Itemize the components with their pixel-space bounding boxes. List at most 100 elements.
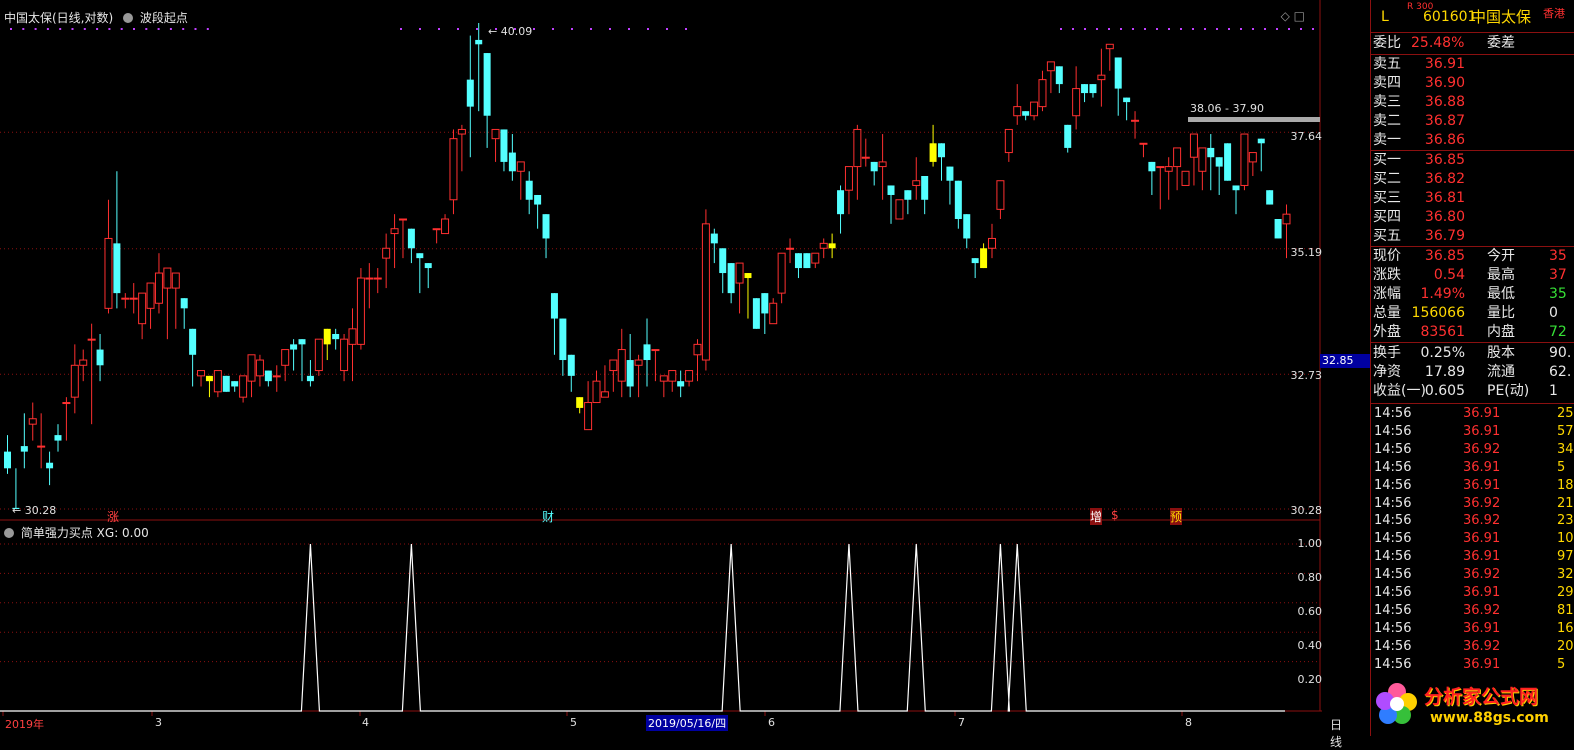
event-tag-cai[interactable]: 财 [542, 508, 554, 525]
ask-row[interactable]: 卖二 36.87 [1371, 112, 1574, 131]
time-label-2: 4 [362, 716, 369, 729]
tick-price: 36.92 [1463, 602, 1501, 618]
tick-row: 14:56 36.92 81 [1371, 602, 1574, 620]
candle-body [878, 161, 887, 168]
stock-name: 中国太保 [1471, 8, 1532, 26]
bid-row[interactable]: 买二 36.82 [1371, 170, 1574, 189]
price-label-1: 37.64 [1290, 130, 1323, 143]
dropdown-icon[interactable] [123, 13, 134, 23]
watermark-line2: www.88gs.com [1430, 710, 1549, 726]
market-tag: 香港 [1543, 7, 1565, 20]
ratio-row: 委比 25.48% 委差 [1371, 34, 1574, 53]
candle-body [971, 258, 979, 264]
tick-volume: 20 [1557, 638, 1574, 654]
bid-row[interactable]: 买四 36.80 [1371, 208, 1574, 227]
candle-body [794, 253, 802, 269]
marker-dot [666, 28, 668, 30]
bid-row[interactable]: 买三 36.81 [1371, 189, 1574, 208]
tick-price: 36.92 [1463, 441, 1501, 457]
marker-dot [1108, 28, 1110, 30]
candle-body [1173, 147, 1182, 168]
candle-body [1139, 142, 1148, 145]
tick-time: 14:56 [1374, 638, 1412, 654]
candle-body [340, 338, 349, 372]
candle-body [1123, 97, 1131, 103]
marker-dot [1228, 28, 1230, 30]
event-tag-yu[interactable]: 预 [1170, 508, 1183, 525]
indicator-name[interactable]: 波段起点 [140, 11, 188, 25]
marker-dot [96, 28, 99, 30]
candle-body [407, 228, 415, 249]
candle-body [525, 180, 533, 200]
candle-body [87, 338, 96, 341]
ask-row[interactable]: 卖五 36.91 [1371, 55, 1574, 74]
tick-volume: 23 [1557, 513, 1574, 529]
chart-header: 中国太保(日线,对数) 波段起点 [4, 9, 188, 26]
kline-chart[interactable] [0, 0, 1322, 736]
candle-body [129, 297, 138, 300]
candle-body [710, 233, 718, 244]
tick-price: 36.92 [1463, 513, 1501, 529]
tick-time: 14:56 [1374, 656, 1412, 672]
tick-time: 14:56 [1374, 620, 1412, 636]
event-tag-dollar[interactable]: $ [1111, 508, 1119, 522]
stat-row: 涨幅 1.49% 最低 35 [1371, 285, 1574, 304]
candle-body [769, 302, 778, 325]
candle-body [314, 338, 323, 372]
candle-body [231, 381, 239, 387]
ask-row[interactable]: 卖三 36.88 [1371, 93, 1574, 112]
candle-body [20, 446, 28, 452]
marker-dot [1180, 28, 1182, 30]
stock-title: 中国太保(日线,对数) [4, 11, 114, 25]
ask-row[interactable]: 卖一 36.86 [1371, 131, 1574, 150]
chart-area[interactable]: 中国太保(日线,对数) 波段起点 ◇ □ 简单强力买点 XG: 0.00 涨 财… [0, 0, 1370, 749]
tick-price: 36.91 [1463, 406, 1501, 421]
stat-label-2: 最低 [1487, 286, 1515, 302]
marker-dot [1312, 28, 1314, 30]
candle-body [239, 375, 248, 398]
subpanel-dropdown-icon[interactable] [4, 528, 14, 538]
stat-row: 收益(一) 0.605 PE(动) 1 [1371, 382, 1574, 401]
subpanel-title[interactable]: 简单强力买点 [21, 526, 93, 540]
time-label-5: 7 [958, 716, 965, 729]
candle-body [508, 152, 516, 172]
stat-label-2: 股本 [1487, 345, 1515, 361]
marker-dot [1084, 28, 1086, 30]
diamond-icon[interactable]: ◇ [1281, 9, 1290, 23]
stat-row: 总量 156066 量比 0 [1371, 304, 1574, 323]
tick-row: 14:56 36.91 5 [1371, 459, 1574, 477]
ratio-label: 委比 [1373, 35, 1401, 51]
candle-body [483, 53, 491, 116]
bid-row[interactable]: 买一 36.85 [1371, 151, 1574, 170]
time-label-4: 6 [768, 716, 775, 729]
candle-body [685, 370, 694, 382]
tick-price: 36.91 [1463, 656, 1501, 672]
candle-body [803, 253, 811, 269]
candle-body [1156, 166, 1165, 169]
ask-row[interactable]: 卖四 36.90 [1371, 74, 1574, 93]
time-label-1: 3 [155, 716, 162, 729]
candle-body [701, 223, 710, 361]
candle-body [1282, 213, 1291, 225]
marker-dot [182, 28, 185, 30]
quote-title-row: L R 300 601601 中国太保 香港 [1371, 2, 1574, 30]
signal-line [0, 543, 1285, 712]
candle-body [1114, 57, 1122, 89]
tick-row: 14:56 36.91 25 [1371, 405, 1574, 423]
bid-row[interactable]: 买五 36.79 [1371, 227, 1574, 246]
period-label[interactable]: 日线 [1330, 716, 1342, 750]
candle-body [904, 190, 912, 200]
stat-value: 83561 [1420, 324, 1465, 340]
event-tag-zhang[interactable]: 涨 [107, 508, 119, 525]
quote-panel: L R 300 601601 中国太保 香港 委比 25.48% 委差 卖五 36… [1370, 0, 1574, 736]
square-icon[interactable]: □ [1294, 9, 1305, 23]
watermark-logo: 分析家公式网 www.88gs.com [1372, 676, 1572, 734]
header-tools[interactable]: ◇ □ [1281, 9, 1305, 23]
candle-body [255, 359, 264, 377]
ask-price: 36.88 [1424, 94, 1465, 110]
bid-price: 36.85 [1424, 152, 1465, 168]
marker-dot [552, 28, 554, 30]
candle-body [28, 418, 37, 425]
event-tag-zeng[interactable]: 增 [1090, 508, 1103, 525]
candle-body [382, 247, 391, 259]
